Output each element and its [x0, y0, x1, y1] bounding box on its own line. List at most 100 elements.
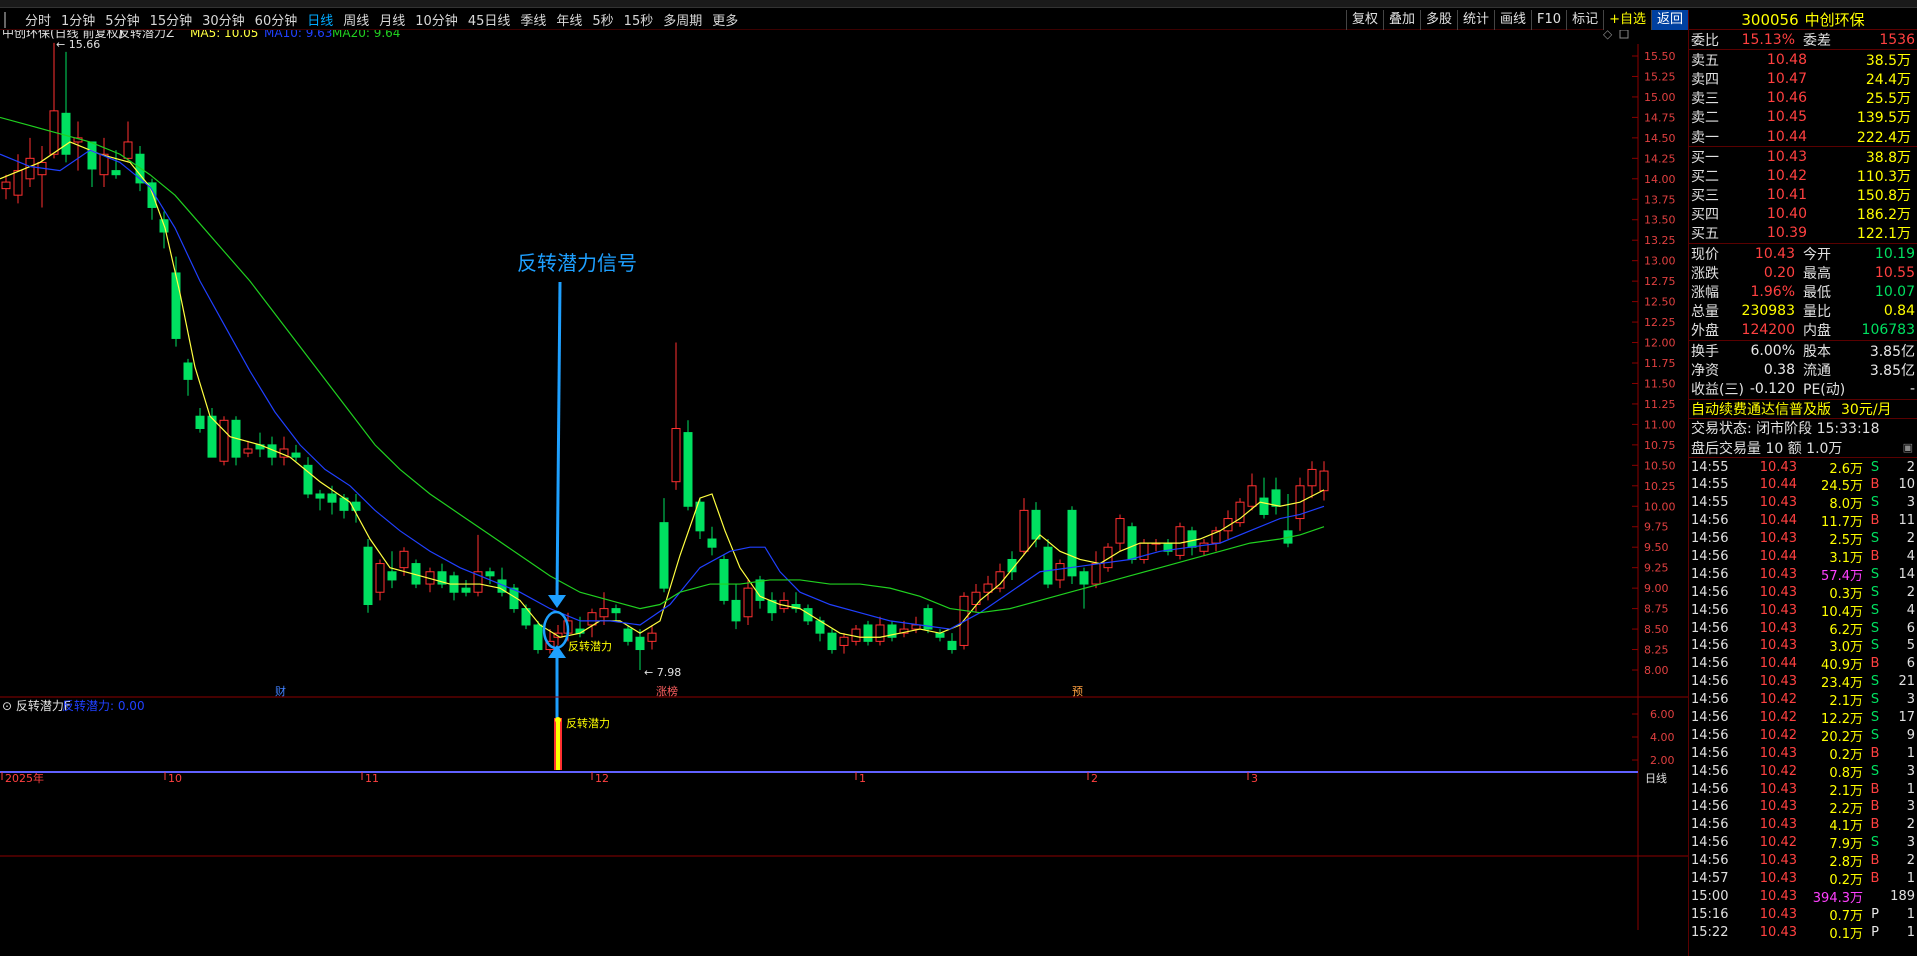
period-tab[interactable]: 15分钟: [145, 10, 198, 29]
price-tick: 11.50: [1644, 377, 1676, 390]
tick-count: 5: [1906, 638, 1915, 654]
event-marker-zhangting[interactable]: 涨榜: [656, 684, 678, 698]
quote-label: 总量: [1691, 304, 1719, 321]
period-tab[interactable]: 45日线: [463, 10, 516, 29]
toolbar-button[interactable]: 画线: [1494, 10, 1531, 30]
quote-row: 涨跌 0.20 最高 10.55: [1689, 263, 1917, 282]
fundamental-row: 换手 6.00% 股本 3.85亿: [1689, 341, 1917, 360]
price-tick: 10.75: [1644, 439, 1676, 452]
bid-volume: 186.2万: [1856, 207, 1911, 224]
tick-volume: 3.0万: [1829, 640, 1863, 656]
tick-count: 3: [1906, 692, 1915, 708]
toolbar-button[interactable]: 叠加: [1382, 10, 1420, 30]
period-tab[interactable]: 季线: [515, 10, 551, 29]
price-tick: 8.50: [1644, 623, 1669, 636]
period-tabs: 分时 1分钟 5分钟 15分钟 30分钟 60分钟 日线 周线 月线 10分钟 45日线 季线 年线 5秒…: [20, 10, 743, 29]
period-tab[interactable]: 多周期: [658, 10, 707, 29]
toolbar-button[interactable]: 多股: [1419, 10, 1457, 30]
x-tick: 2: [1091, 772, 1098, 785]
signal-tag: 反转潜力: [568, 639, 612, 653]
tick-side: B: [1870, 871, 1880, 887]
candle: [719, 555, 729, 605]
period-tab[interactable]: 10分钟: [410, 10, 463, 29]
ask-volume: 25.5万: [1865, 91, 1911, 108]
period-tab[interactable]: 60分钟: [250, 10, 303, 29]
ask-price: 10.44: [1766, 128, 1807, 145]
bid-row[interactable]: 买二 10.42 110.3万: [1689, 166, 1917, 185]
tick-side: B: [1870, 817, 1880, 833]
quote-label: 涨幅: [1691, 285, 1719, 302]
weibi-label: 委比: [1691, 32, 1719, 49]
tick-price: 10.43: [1759, 799, 1797, 815]
candle: [387, 551, 397, 589]
period-tab[interactable]: 5秒: [587, 10, 618, 29]
tick-count: 2: [1906, 531, 1915, 547]
window-icon[interactable]: [1619, 30, 1629, 39]
subscription-notice[interactable]: 自动续费通达信普及版 30元/月: [1689, 398, 1917, 418]
trade-status: 交易状态: 闭市阶段 15:33:18: [1691, 421, 1880, 438]
fundamental-value: 0.38: [1763, 361, 1795, 378]
period-tab[interactable]: 日线: [302, 10, 338, 29]
tick-price: 10.42: [1759, 692, 1797, 708]
bid-row[interactable]: 买一 10.43 38.8万: [1689, 147, 1917, 166]
kline-chart[interactable]: 中创环保(日线 前复权)反转潜力Z MA5: 10.05 MA10: 9.63 MA2…: [0, 30, 1688, 956]
fundamental-label: PE(动): [1803, 381, 1846, 398]
toolbar-button[interactable]: 返回: [1650, 10, 1688, 30]
toolbar-grip-icon: [4, 11, 18, 28]
expand-icon[interactable]: ▣: [1903, 441, 1913, 454]
period-tab[interactable]: 月线: [374, 10, 410, 29]
event-marker-cai[interactable]: 财: [275, 684, 286, 698]
toolbar-right-buttons: 复权 叠加 多股 统计 画线 F10 标记 +自选 返回: [1345, 10, 1688, 30]
period-tab[interactable]: 周线: [338, 10, 374, 29]
ask-row[interactable]: 卖五 10.48 38.5万: [1689, 50, 1917, 69]
bid-row[interactable]: 买五 10.39 122.1万: [1689, 224, 1917, 243]
quote-value: 10.43: [1754, 245, 1795, 262]
tick-row: 14:56 10.43 6.2万 S 6: [1689, 619, 1917, 638]
toolbar-button[interactable]: F10: [1531, 10, 1566, 30]
bid-row[interactable]: 买四 10.40 186.2万: [1689, 205, 1917, 224]
tick-price: 10.43: [1759, 906, 1797, 922]
candle: [37, 146, 47, 208]
ask-row[interactable]: 卖二 10.45 139.5万: [1689, 108, 1917, 127]
period-tab[interactable]: 分时: [20, 10, 56, 29]
toolbar-button[interactable]: 复权: [1345, 10, 1383, 30]
stock-code: 300056: [1741, 10, 1799, 29]
tick-time: 14:56: [1691, 710, 1729, 726]
diamond-icon[interactable]: ◇: [1603, 30, 1613, 41]
price-tick: 9.50: [1644, 541, 1669, 554]
fundamental-value: 3.85亿: [1869, 362, 1915, 379]
period-tab[interactable]: 30分钟: [197, 10, 250, 29]
ask-row[interactable]: 卖一 10.44 222.4万: [1689, 127, 1917, 146]
ask-row[interactable]: 卖三 10.46 25.5万: [1689, 89, 1917, 108]
tick-volume: 2.8万: [1829, 855, 1863, 871]
period-tab[interactable]: 1分钟: [56, 10, 100, 29]
tick-time: 14:56: [1691, 727, 1729, 743]
price-tick: 15.00: [1644, 91, 1676, 104]
candle: [279, 436, 289, 466]
price-tick: 9.75: [1644, 521, 1669, 534]
ask-row[interactable]: 卖四 10.47 24.4万: [1689, 69, 1917, 88]
x-axis-period: 日线: [1645, 771, 1667, 785]
period-tab[interactable]: 年线: [551, 10, 587, 29]
sub-tick: 4.00: [1650, 731, 1675, 744]
period-tab[interactable]: 5分钟: [100, 10, 144, 29]
toolbar-button[interactable]: 标记: [1566, 10, 1603, 30]
tick-time: 14:56: [1691, 745, 1729, 761]
tick-price: 10.43: [1759, 531, 1797, 547]
tick-time: 14:55: [1691, 495, 1729, 511]
period-tab[interactable]: 15秒: [619, 10, 659, 29]
toolbar-button[interactable]: 统计: [1457, 10, 1494, 30]
period-tab[interactable]: 更多: [707, 10, 743, 29]
indicator-name: 反转潜力Z: [118, 30, 174, 40]
tick-list: 14:55 10.43 2.6万 S 2 14:55 10.44 24.5万 B 10 14:55 1…: [1689, 457, 1917, 942]
candle: [291, 444, 301, 462]
bid-row[interactable]: 买三 10.41 150.8万: [1689, 186, 1917, 205]
tick-side: S: [1870, 566, 1880, 582]
tick-price: 10.42: [1759, 763, 1797, 779]
candle: [599, 592, 609, 625]
tick-side: S: [1870, 710, 1880, 726]
quote-label: 内盘: [1803, 323, 1831, 340]
tick-volume: 2.2万: [1829, 801, 1863, 817]
toolbar-button[interactable]: +自选: [1603, 10, 1651, 30]
event-marker-yu[interactable]: 预: [1072, 685, 1083, 698]
